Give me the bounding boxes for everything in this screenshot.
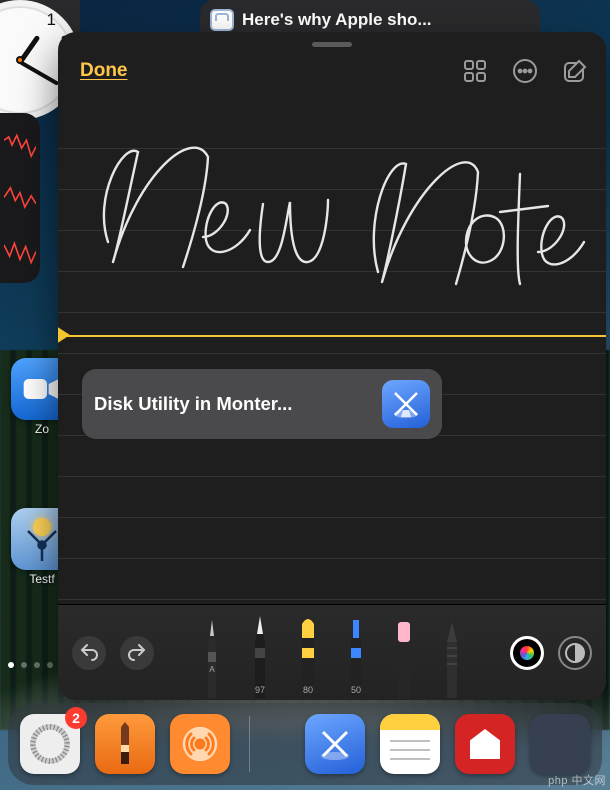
handwriting: New Note: [68, 102, 588, 302]
overcast-icon: [178, 722, 222, 766]
insert-cursor-line[interactable]: [58, 335, 606, 337]
disk-utility-icon: [315, 724, 355, 764]
note-canvas[interactable]: New Note Disk Utility in Monter.: [58, 94, 606, 604]
news-headline: Here's why Apple sho...: [242, 10, 432, 30]
dock-app-redfin[interactable]: [455, 714, 515, 774]
dock-app-disk-utility[interactable]: [305, 714, 365, 774]
disk-utility-icon: [382, 380, 430, 428]
clock-hub: [16, 56, 24, 64]
dock-separator: [249, 716, 250, 772]
dock-app-settings[interactable]: 2: [20, 714, 80, 774]
app-label: Testf: [29, 572, 54, 586]
crayon-tool[interactable]: [438, 612, 466, 698]
clock-numeral: 1: [47, 10, 56, 30]
news-app-icon: [210, 9, 234, 31]
dock: 2: [8, 703, 602, 785]
drag-handle[interactable]: [312, 42, 352, 47]
stocks-widget[interactable]: [0, 113, 40, 283]
dock-app-sketch[interactable]: [95, 714, 155, 774]
markup-tool-tray: A 97 80 50: [58, 604, 606, 700]
color-picker-button[interactable]: [510, 636, 544, 670]
tool-size-label: 97: [255, 685, 265, 695]
gallery-view-icon[interactable]: [462, 58, 488, 84]
tool-size-label: 50: [351, 685, 361, 695]
app-label: Zo: [35, 422, 49, 436]
insert-cursor-handle[interactable]: [58, 326, 70, 344]
svg-text:A: A: [209, 665, 215, 674]
link-title: Disk Utility in Monter...: [94, 393, 292, 415]
quick-note-panel: Done New Note: [58, 32, 606, 700]
stock-sparkline: [4, 175, 36, 223]
highlighter-tool[interactable]: 80: [294, 612, 322, 698]
redo-button[interactable]: [120, 636, 154, 670]
dock-app-folder[interactable]: [530, 714, 590, 774]
stock-sparkline: [4, 229, 36, 277]
minute-hand: [19, 60, 59, 85]
watermark: php 中文网: [548, 772, 606, 788]
eraser-tool[interactable]: [390, 612, 418, 698]
done-button[interactable]: Done: [80, 60, 128, 82]
more-options-icon[interactable]: [512, 58, 538, 84]
opacity-button[interactable]: [558, 636, 592, 670]
tool-size-label: 80: [303, 685, 313, 695]
undo-button[interactable]: [72, 636, 106, 670]
dock-app-notes[interactable]: [380, 714, 440, 774]
stock-sparkline: [4, 121, 36, 169]
pencil-tool[interactable]: 97: [246, 612, 274, 698]
pen-tool[interactable]: A: [198, 612, 226, 698]
link-attachment-card[interactable]: Disk Utility in Monter...: [82, 369, 442, 439]
dock-app-overcast[interactable]: [170, 714, 230, 774]
notification-badge: 2: [65, 707, 87, 729]
marker-tool[interactable]: 50: [342, 612, 370, 698]
compose-icon[interactable]: [562, 58, 588, 84]
tool-picker: A 97 80 50: [168, 605, 496, 700]
video-icon: [22, 375, 62, 403]
